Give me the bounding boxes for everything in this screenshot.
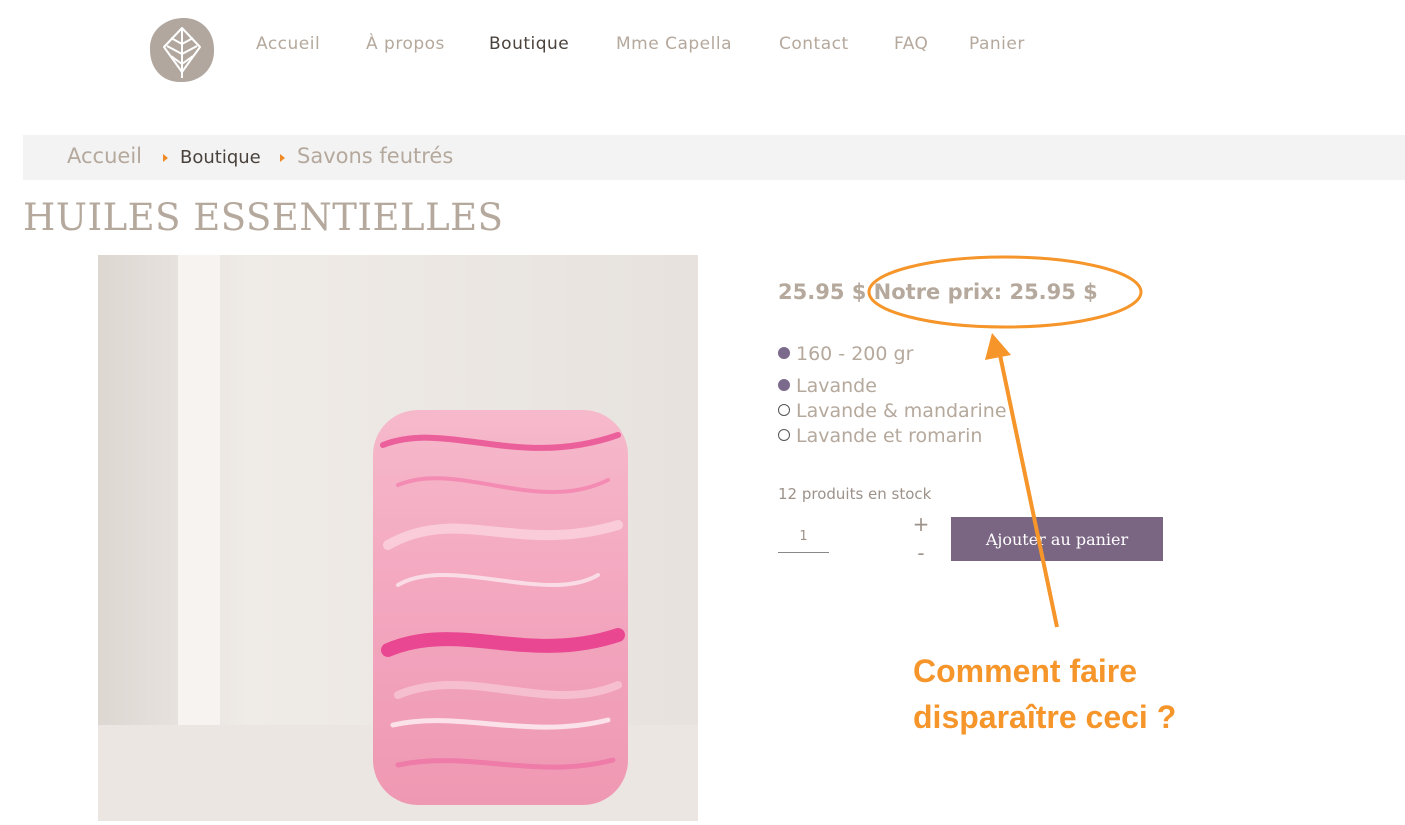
highlight-ellipse — [867, 255, 1143, 329]
arrow-head-icon — [985, 333, 1011, 360]
annotation-arrow — [998, 354, 1059, 628]
annotation-text: Comment faire disparaître ceci ? — [913, 648, 1293, 740]
annotation-line-2: disparaître ceci ? — [913, 699, 1177, 735]
annotation-line-1: Comment faire — [913, 653, 1138, 689]
